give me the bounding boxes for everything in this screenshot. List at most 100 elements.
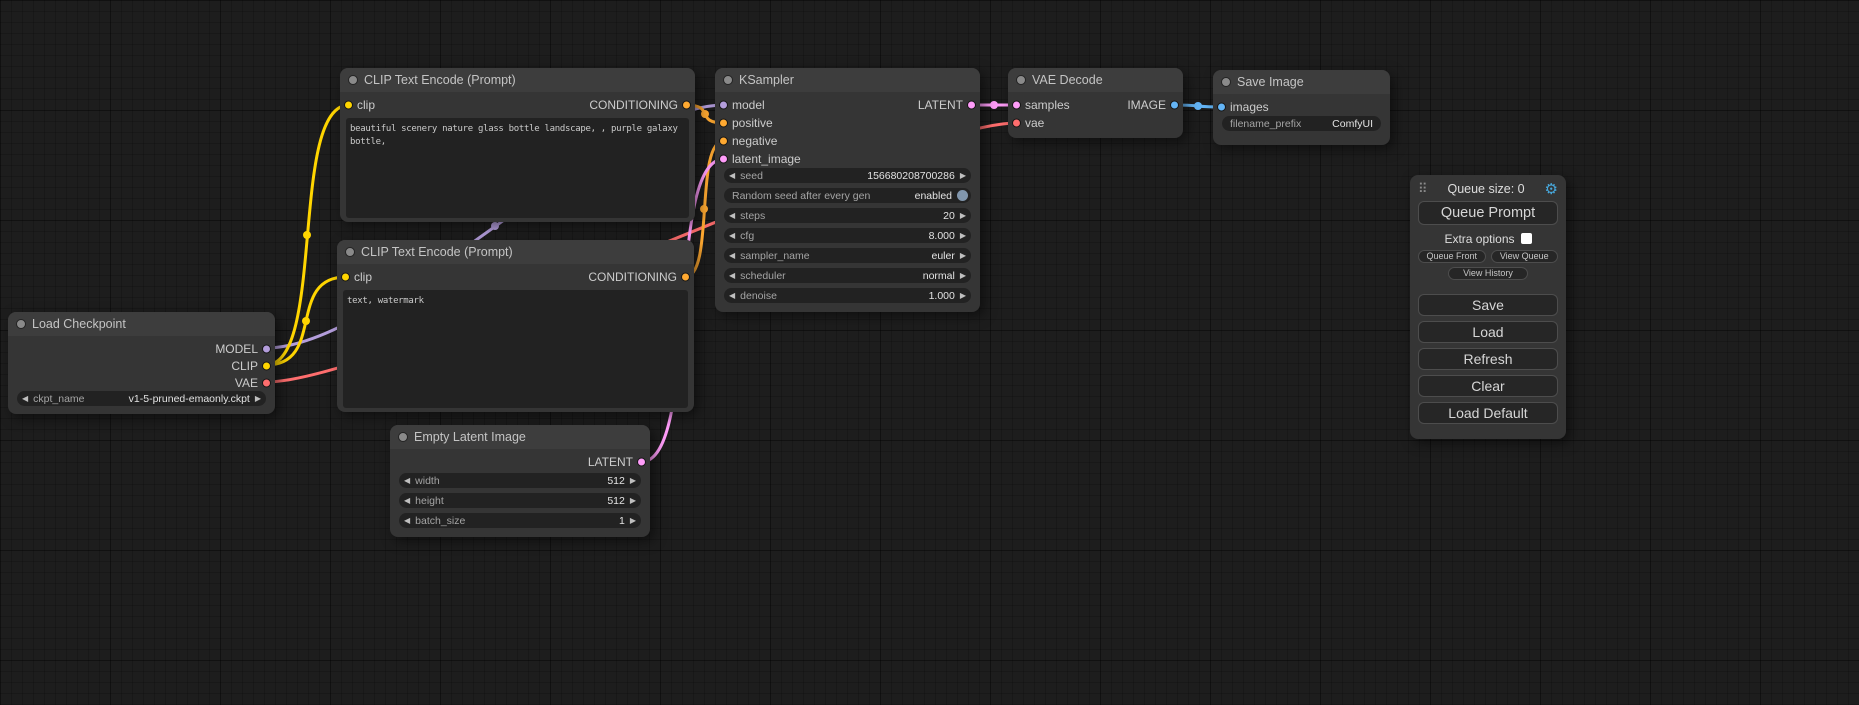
node-titlebar[interactable]: CLIP Text Encode (Prompt) [340, 68, 695, 92]
random-seed-toggle-icon[interactable] [957, 190, 968, 201]
arrow-left-icon[interactable]: ◀ [724, 228, 740, 243]
extra-options-checkbox[interactable] [1521, 233, 1532, 244]
positive-prompt-textarea[interactable]: beautiful scenery nature glass bottle la… [346, 118, 689, 218]
model-input-dot[interactable] [719, 101, 728, 110]
cfg-widget[interactable]: ◀ cfg 8.000 ▶ [724, 228, 971, 243]
random-seed-widget[interactable]: Random seed after every gen enabled [724, 188, 971, 203]
load-button[interactable]: Load [1418, 321, 1558, 343]
arrow-left-icon[interactable]: ◀ [724, 168, 740, 183]
vae-output-dot[interactable] [262, 378, 271, 387]
latent-output-dot[interactable] [967, 101, 976, 110]
node-clip-text-encode-positive[interactable]: CLIP Text Encode (Prompt) clip CONDITION… [340, 68, 695, 222]
load-default-button[interactable]: Load Default [1418, 402, 1558, 424]
widget-value: enabled [915, 190, 952, 202]
arrow-left-icon[interactable]: ◀ [724, 248, 740, 263]
queue-front-button[interactable]: Queue Front [1418, 250, 1486, 263]
steps-widget[interactable]: ◀ steps 20 ▶ [724, 208, 971, 223]
arrow-left-icon[interactable]: ◀ [724, 208, 740, 223]
arrow-right-icon[interactable]: ▶ [250, 391, 266, 406]
collapse-dot-icon[interactable] [723, 75, 733, 85]
widget-label: scheduler [740, 270, 786, 282]
node-save-image[interactable]: Save Image images filename_prefix ComfyU… [1213, 70, 1390, 145]
samples-input-dot[interactable] [1012, 101, 1021, 110]
node-vae-decode[interactable]: VAE Decode samples IMAGE vae [1008, 68, 1183, 138]
node-ksampler[interactable]: KSampler model LATENT positive negative … [715, 68, 980, 312]
collapse-dot-icon[interactable] [398, 432, 408, 442]
arrow-right-icon[interactable]: ▶ [955, 248, 971, 263]
slot-label: vae [1025, 116, 1044, 130]
collapse-dot-icon[interactable] [348, 75, 358, 85]
widget-label: denoise [740, 290, 777, 302]
node-titlebar[interactable]: KSampler [715, 68, 980, 92]
node-empty-latent-image[interactable]: Empty Latent Image LATENT ◀ width 512 ▶ … [390, 425, 650, 537]
conditioning-output-dot[interactable] [682, 101, 691, 110]
latent-output-dot[interactable] [637, 458, 646, 467]
collapse-dot-icon[interactable] [1221, 77, 1231, 87]
negative-input-dot[interactable] [719, 137, 728, 146]
input-slot-latent-image: latent_image [715, 150, 980, 168]
node-clip-text-encode-negative[interactable]: CLIP Text Encode (Prompt) clip CONDITION… [337, 240, 694, 412]
arrow-left-icon[interactable]: ◀ [399, 513, 415, 528]
slot-label: clip [357, 98, 375, 112]
widget-value: ComfyUI [1332, 118, 1373, 130]
conditioning-output-dot[interactable] [681, 273, 690, 282]
model-output-dot[interactable] [262, 344, 271, 353]
arrow-right-icon[interactable]: ▶ [625, 513, 641, 528]
refresh-button[interactable]: Refresh [1418, 348, 1558, 370]
arrow-right-icon[interactable]: ▶ [955, 208, 971, 223]
collapse-dot-icon[interactable] [1016, 75, 1026, 85]
drag-handle-icon[interactable]: ⠿ [1418, 181, 1428, 197]
batch-size-widget[interactable]: ◀ batch_size 1 ▶ [399, 513, 641, 528]
widget-value: 512 [607, 495, 625, 507]
arrow-left-icon[interactable]: ◀ [724, 268, 740, 283]
scheduler-widget[interactable]: ◀ scheduler normal ▶ [724, 268, 971, 283]
height-widget[interactable]: ◀ height 512 ▶ [399, 493, 641, 508]
arrow-left-icon[interactable]: ◀ [399, 473, 415, 488]
arrow-left-icon[interactable]: ◀ [399, 493, 415, 508]
settings-gear-icon[interactable]: ⚙ [1545, 180, 1558, 198]
negative-prompt-textarea[interactable]: text, watermark [343, 290, 688, 408]
arrow-right-icon[interactable]: ▶ [955, 228, 971, 243]
slot-row: clip CONDITIONING [340, 94, 695, 116]
widget-label: batch_size [415, 515, 465, 527]
positive-input-dot[interactable] [719, 119, 728, 128]
image-output-dot[interactable] [1170, 101, 1179, 110]
arrow-right-icon[interactable]: ▶ [625, 473, 641, 488]
extra-options-label: Extra options [1444, 232, 1514, 246]
width-widget[interactable]: ◀ width 512 ▶ [399, 473, 641, 488]
images-input-dot[interactable] [1217, 103, 1226, 112]
latent-image-input-dot[interactable] [719, 155, 728, 164]
node-load-checkpoint[interactable]: Load Checkpoint MODEL CLIP VAE ◀ ckpt_na… [8, 312, 275, 414]
clip-output-dot[interactable] [262, 361, 271, 370]
node-graph-canvas[interactable]: Load Checkpoint MODEL CLIP VAE ◀ ckpt_na… [0, 0, 1859, 705]
clear-button[interactable]: Clear [1418, 375, 1558, 397]
denoise-widget[interactable]: ◀ denoise 1.000 ▶ [724, 288, 971, 303]
ckpt-name-widget[interactable]: ◀ ckpt_name v1-5-pruned-emaonly.ckpt ▶ [17, 391, 266, 406]
vae-input-dot[interactable] [1012, 119, 1021, 128]
view-queue-button[interactable]: View Queue [1491, 250, 1559, 263]
view-history-button[interactable]: View History [1448, 267, 1528, 280]
arrow-right-icon[interactable]: ▶ [625, 493, 641, 508]
node-titlebar[interactable]: Load Checkpoint [8, 312, 275, 336]
filename-prefix-widget[interactable]: filename_prefix ComfyUI [1222, 116, 1381, 131]
arrow-right-icon[interactable]: ▶ [955, 168, 971, 183]
arrow-right-icon[interactable]: ▶ [955, 288, 971, 303]
arrow-left-icon[interactable]: ◀ [724, 288, 740, 303]
arrow-left-icon[interactable]: ◀ [17, 391, 33, 406]
node-titlebar[interactable]: Empty Latent Image [390, 425, 650, 449]
collapse-dot-icon[interactable] [345, 247, 355, 257]
seed-widget[interactable]: ◀ seed 156680208700286 ▶ [724, 168, 971, 183]
queue-prompt-button[interactable]: Queue Prompt [1418, 201, 1558, 225]
clip-input-dot[interactable] [344, 101, 353, 110]
input-slot-negative: negative [715, 132, 980, 150]
collapse-dot-icon[interactable] [16, 319, 26, 329]
comfy-menu-panel[interactable]: ⠿ Queue size: 0 ⚙ Queue Prompt Extra opt… [1410, 175, 1566, 439]
clip-input-dot[interactable] [341, 273, 350, 282]
save-button[interactable]: Save [1418, 294, 1558, 316]
arrow-right-icon[interactable]: ▶ [955, 268, 971, 283]
node-titlebar[interactable]: CLIP Text Encode (Prompt) [337, 240, 694, 264]
node-titlebar[interactable]: Save Image [1213, 70, 1390, 94]
widget-value: euler [931, 250, 954, 262]
node-titlebar[interactable]: VAE Decode [1008, 68, 1183, 92]
sampler-name-widget[interactable]: ◀ sampler_name euler ▶ [724, 248, 971, 263]
